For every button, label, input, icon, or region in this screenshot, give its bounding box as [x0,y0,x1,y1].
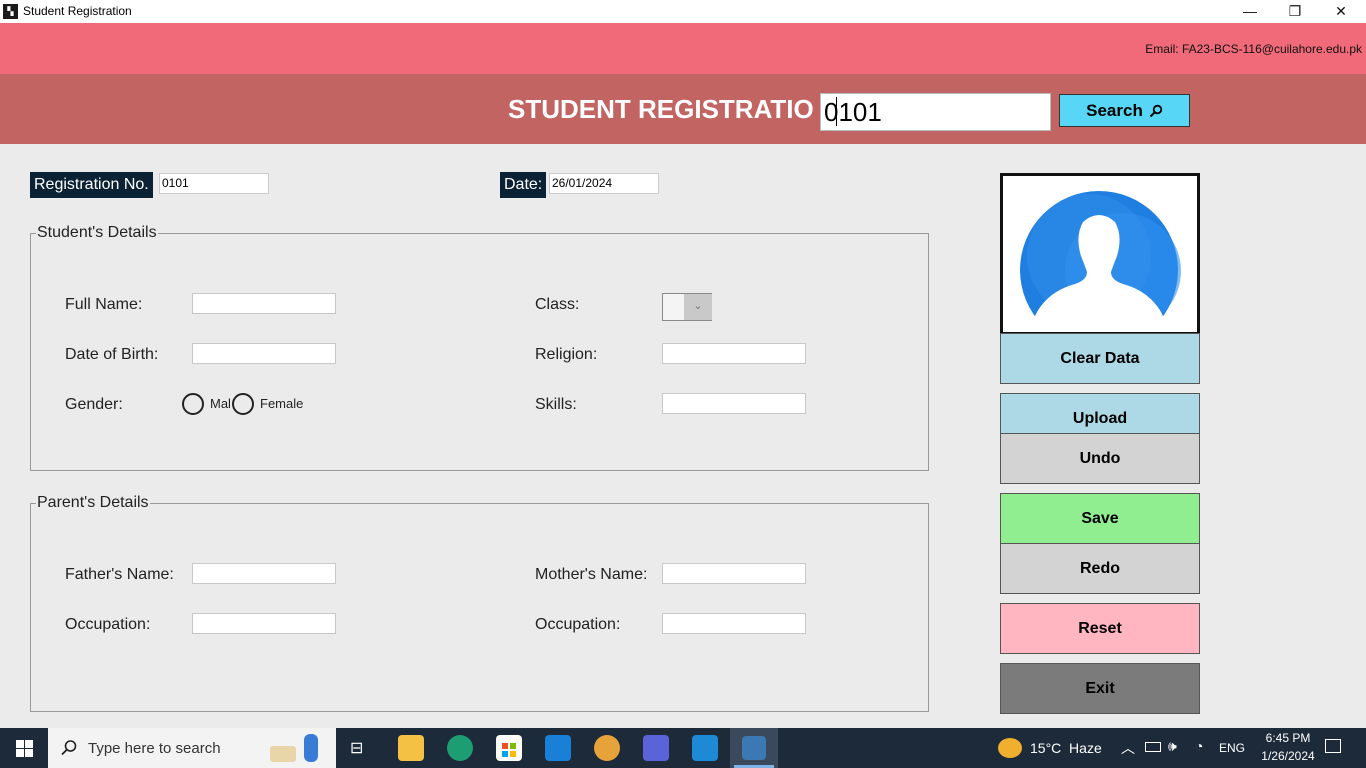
edge-icon[interactable] [447,735,473,761]
notifications-icon[interactable] [1325,739,1341,753]
search-button-label: Search [1086,100,1143,120]
father-name-label: Father's Name: [65,566,174,583]
close-button[interactable]: ✕ [1318,0,1364,23]
class-label: Class: [535,296,580,313]
restore-button[interactable]: ❐ [1272,0,1318,23]
father-occupation-label: Occupation: [65,616,151,633]
male-radio[interactable] [182,393,204,415]
volume-icon[interactable]: 🕪 [1168,738,1177,755]
dob-field[interactable] [192,343,336,364]
father-occupation-field[interactable] [192,613,336,634]
mail-icon[interactable] [545,735,571,761]
text-caret [836,97,837,126]
student-photo [1000,173,1200,335]
female-radio-label: Female [260,396,304,411]
python-app-taskbar-item[interactable] [730,728,778,768]
search-input[interactable] [820,93,1051,131]
gender-label: Gender: [65,396,123,413]
clear-data-button[interactable]: Clear Data [1000,333,1200,384]
search-icon [61,740,77,756]
search-button[interactable]: Search [1059,94,1190,127]
chevron-down-icon: ⌄ [684,294,712,320]
father-name-field[interactable] [192,563,336,584]
battery-icon[interactable] [1145,742,1161,752]
date-label: Date: [500,172,547,198]
vscode-icon[interactable] [692,735,718,761]
file-explorer-icon[interactable] [398,735,424,761]
clock-date[interactable]: 1/26/2024 [1252,749,1324,763]
store-icon[interactable] [496,735,522,761]
title-bar [0,0,1366,23]
undo-button[interactable]: Undo [1000,433,1200,484]
registration-no-field[interactable]: 0101 [159,173,269,194]
mother-occupation-field[interactable] [662,613,806,634]
window-title: Student Registration [23,4,132,18]
hexagon-app-icon[interactable] [643,735,669,761]
religion-field[interactable] [662,343,806,364]
religion-label: Religion: [535,346,598,363]
app-icon: ▚ [3,4,18,19]
email-label: Email: FA23-BCS-116@cuilahore.edu.pk [1145,42,1362,56]
weather-icon[interactable] [998,738,1022,758]
medal-icon[interactable] [594,735,620,761]
skills-label: Skills: [535,396,577,413]
mother-occupation-label: Occupation: [535,616,621,633]
student-details-legend: Student's Details [36,224,158,242]
language-indicator[interactable]: ENG [1219,741,1245,755]
date-field[interactable]: 26/01/2024 [549,173,659,194]
chevron-up-icon[interactable]: ︿ [1121,738,1135,758]
exit-button[interactable]: Exit [1000,663,1200,714]
task-view-icon[interactable]: ⊟ [350,738,363,758]
dob-label: Date of Birth: [65,346,159,363]
parent-details-legend: Parent's Details [36,494,150,512]
windows-start-icon[interactable] [16,740,33,757]
page-title: STUDENT REGISTRATIO [508,94,814,124]
skills-field[interactable] [662,393,806,414]
python-icon [742,736,766,760]
mother-name-field[interactable] [662,563,806,584]
clock-time[interactable]: 6:45 PM [1258,731,1318,745]
taskbar-search-placeholder: Type here to search [88,740,221,757]
weather-label[interactable]: 15°C Haze [1030,740,1102,756]
network-icon[interactable]: ◔ [1195,738,1203,754]
avatar-icon [1020,191,1181,332]
male-radio-label: Mal [210,396,231,411]
reset-button[interactable]: Reset [1000,603,1200,654]
female-radio[interactable] [232,393,254,415]
minimize-button[interactable]: — [1227,0,1273,23]
parent-details-frame [30,503,929,712]
save-button[interactable]: Save [1000,493,1200,544]
class-dropdown[interactable]: ⌄ [662,293,712,321]
magnifier-icon [1149,104,1163,117]
registration-no-label: Registration No. [30,172,153,198]
mother-name-label: Mother's Name: [535,566,648,583]
redo-button[interactable]: Redo [1000,543,1200,594]
full-name-field[interactable] [192,293,336,314]
search-highlight-icon [268,732,318,764]
full-name-label: Full Name: [65,296,143,313]
